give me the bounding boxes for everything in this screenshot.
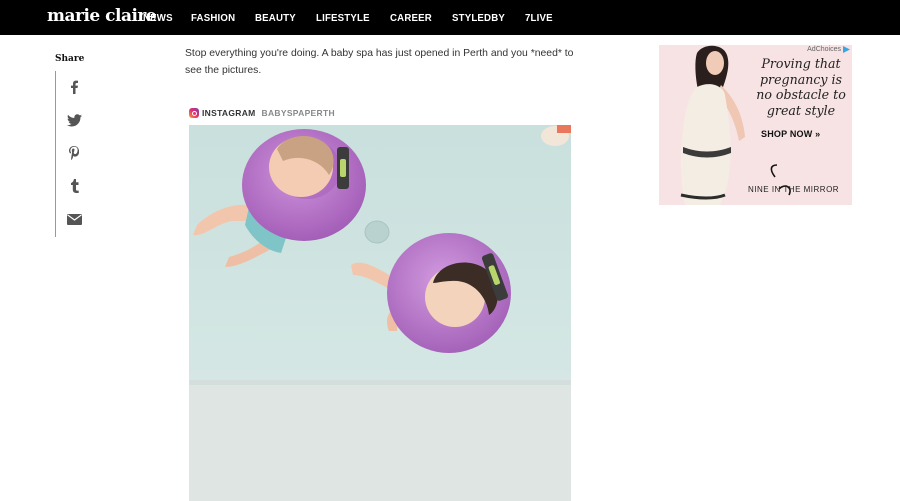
ad-brand: NINE IN THE MIRROR bbox=[748, 185, 840, 194]
nav-fashion[interactable]: FASHION bbox=[191, 12, 235, 24]
main-nav: NEWS FASHION BEAUTY LIFESTYLE CAREER STY… bbox=[143, 12, 572, 24]
share-rail bbox=[55, 71, 85, 237]
email-icon[interactable] bbox=[66, 211, 82, 227]
nav-7live[interactable]: 7LIVE bbox=[525, 12, 553, 24]
ad-choices-icon bbox=[843, 46, 850, 53]
instagram-label: INSTAGRAM bbox=[202, 108, 256, 118]
nav-news[interactable]: NEWS bbox=[143, 12, 173, 24]
facebook-icon[interactable] bbox=[66, 79, 82, 95]
nav-beauty[interactable]: BEAUTY bbox=[255, 12, 296, 24]
ad-headline: Proving that pregnancy is no obstacle to… bbox=[756, 56, 846, 118]
advertisement[interactable]: AdChoices Proving that pregnancy is no o… bbox=[659, 45, 852, 205]
top-nav-bar: marie claire NEWS FASHION BEAUTY LIFESTY… bbox=[0, 0, 900, 35]
instagram-username[interactable]: BABYSPAPERTH bbox=[262, 108, 335, 118]
twitter-icon[interactable] bbox=[66, 112, 82, 128]
pinterest-icon[interactable] bbox=[66, 145, 82, 161]
share-title: Share bbox=[55, 54, 85, 64]
instagram-embed-header[interactable]: INSTAGRAM BABYSPAPERTH bbox=[189, 108, 335, 118]
article-intro: Stop everything you're doing. A baby spa… bbox=[185, 48, 574, 76]
nav-styledby[interactable]: STYLEDBY bbox=[452, 12, 505, 24]
instagram-icon bbox=[189, 108, 199, 118]
baby-spa-illustration bbox=[189, 125, 571, 501]
nav-career[interactable]: CAREER bbox=[390, 12, 432, 24]
tumblr-icon[interactable] bbox=[66, 178, 82, 194]
ad-choices-label: AdChoices bbox=[807, 46, 841, 53]
instagram-photo[interactable] bbox=[189, 125, 571, 501]
ad-choices[interactable]: AdChoices bbox=[807, 46, 850, 53]
nav-lifestyle[interactable]: LIFESTYLE bbox=[316, 12, 370, 24]
site-logo[interactable]: marie claire bbox=[47, 6, 157, 26]
ad-shop-now-link[interactable]: SHOP NOW » bbox=[761, 129, 820, 139]
